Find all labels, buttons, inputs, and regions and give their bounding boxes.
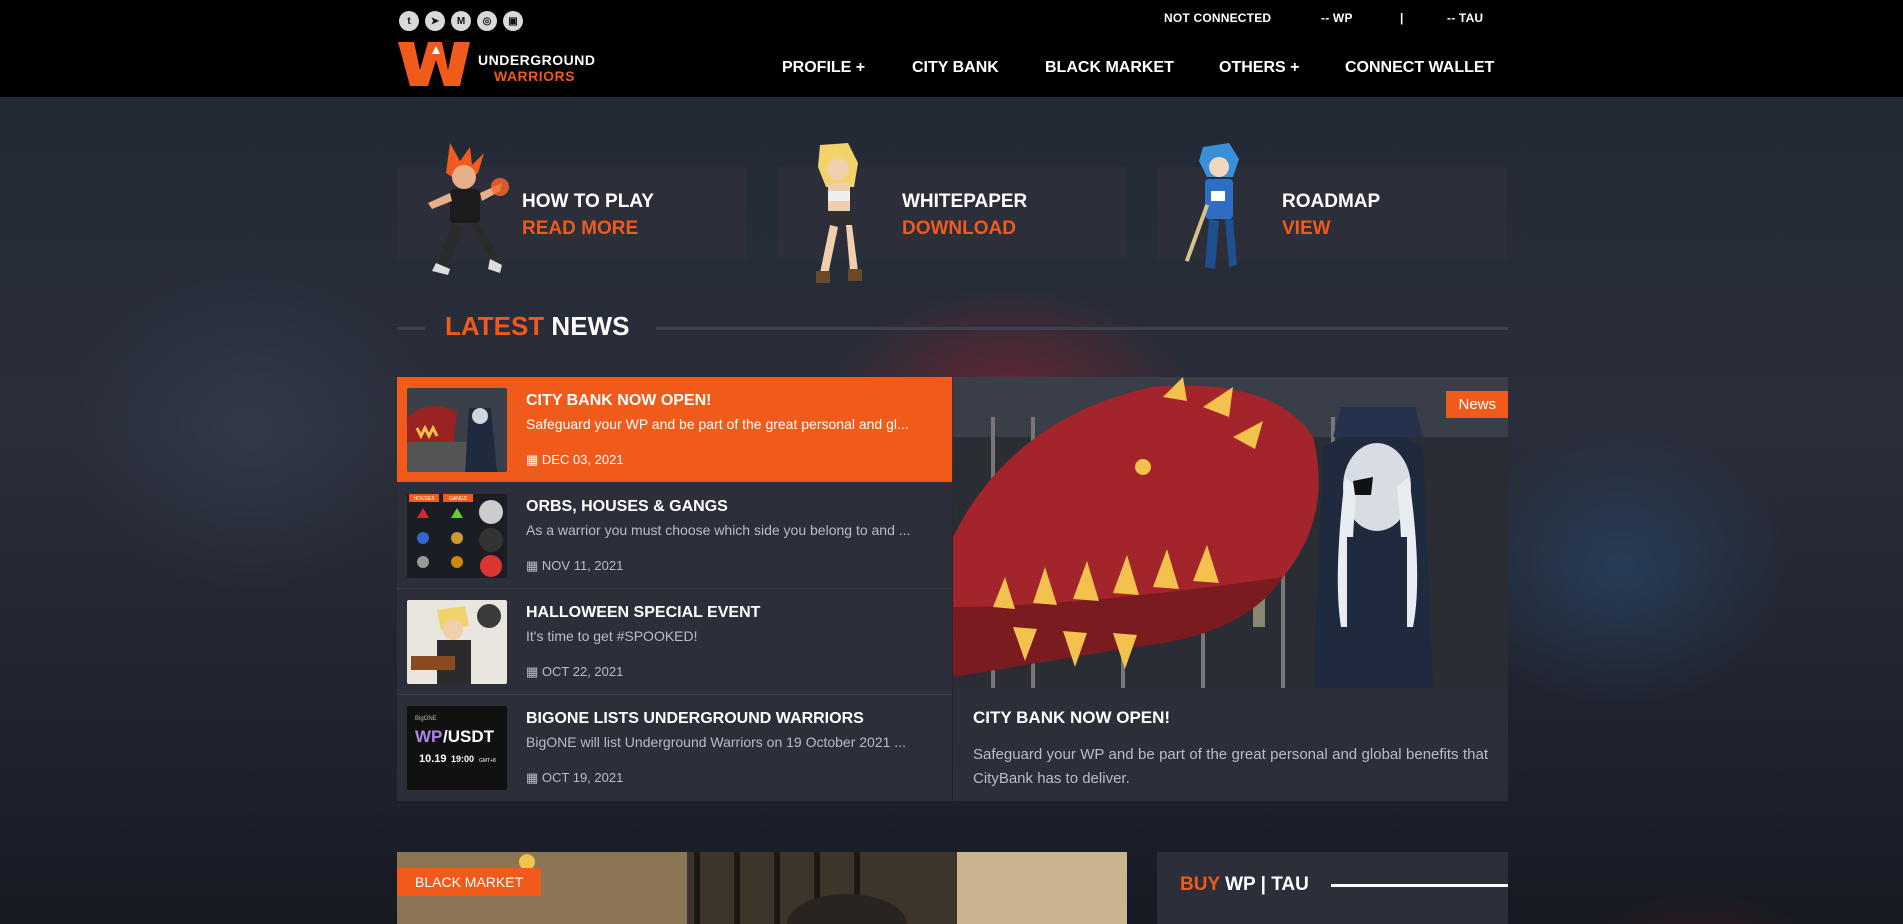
featured-excerpt: Safeguard your WP and be part of the gre… (973, 746, 1488, 787)
blue-warrior-character (1185, 143, 1239, 269)
blonde-warrior-character (816, 143, 862, 283)
news-item-city-bank[interactable]: CITY BANK NOW OPEN! Safeguard your WP an… (397, 377, 952, 482)
card-title: HOW TO PLAY (522, 191, 654, 212)
black-market-banner[interactable]: BLACK MARKET (397, 852, 1127, 924)
buy-rest: WP | TAU (1225, 874, 1309, 895)
instagram-icon[interactable]: ◎ (477, 11, 497, 31)
view-link[interactable]: VIEW (1282, 218, 1331, 240)
fire-warrior-character (428, 143, 509, 275)
featured-article[interactable]: News CITY BANK NOW OPEN! Safeguard your … (953, 377, 1508, 801)
news-item-halloween[interactable]: HALLOWEEN SPECIAL EVENT It's time to get… (397, 589, 952, 695)
featured-title: CITY BANK NOW OPEN! (973, 708, 1171, 727)
bigone-brand: BigONE (415, 716, 437, 722)
nav-others[interactable]: OTHERS + (1219, 59, 1299, 77)
news-date-text: OCT 19, 2021 (541, 770, 624, 785)
news-title: CITY BANK NOW OPEN! (526, 392, 712, 409)
bigone-timezone: GMT+8 (479, 758, 496, 764)
logo-text-warriors: WARRIORS (494, 68, 575, 84)
news-title: BIGONE LISTS UNDERGROUND WARRIORS (526, 710, 864, 727)
news-excerpt: Safeguard your WP and be part of the gre… (526, 416, 909, 432)
buy-panel: BUY WP | TAU (1157, 852, 1508, 924)
wp-balance: -- WP (1321, 11, 1353, 25)
news-item-bigone[interactable]: BigONE WP /USDT 10.19 19:00 GMT+8 BIGONE… (397, 695, 952, 800)
site-header: t ➤ M ◎ ▣ NOT CONNECTED -- WP | -- TAU U… (0, 0, 1903, 97)
news-date: ▦ OCT 22, 2021 (526, 664, 623, 680)
medium-icon[interactable]: M (451, 11, 471, 31)
balance-separator: | (1400, 11, 1404, 25)
calendar-icon: ▦ (526, 558, 542, 573)
news-thumbnail: BigONE WP /USDT 10.19 19:00 GMT+8 (407, 706, 507, 790)
divider-right (656, 327, 1508, 330)
orbs-left-label: HOUSES (413, 496, 435, 502)
news-thumbnail (407, 388, 507, 472)
bigone-date: 10.19 (419, 753, 447, 765)
bigone-pair-a: WP (415, 727, 442, 746)
news-date: ▦ OCT 19, 2021 (526, 770, 623, 786)
news-badge: News (1446, 391, 1508, 418)
latest-news-heading: LATEST NEWS (445, 311, 629, 342)
nav-black-market[interactable]: BLACK MARKET (1045, 59, 1174, 77)
logo-text-underground: UNDERGROUND (478, 52, 596, 68)
news-title: ORBS, HOUSES & GANGS (526, 498, 728, 515)
news-item-orbs[interactable]: HOUSES GANGS ORBS, HOUSES & GANGS As a w… (397, 483, 952, 589)
news-excerpt: As a warrior you must choose which side … (526, 522, 911, 538)
buy-highlight: BUY (1180, 874, 1220, 895)
nav-profile[interactable]: PROFILE + (782, 59, 865, 77)
tau-balance: -- TAU (1447, 11, 1484, 25)
buy-heading: BUY WP | TAU (1180, 874, 1309, 896)
divider-left (397, 327, 425, 330)
heading-rest: NEWS (551, 311, 630, 341)
news-date: ▦ DEC 03, 2021 (526, 452, 624, 468)
nav-connect-wallet[interactable]: CONNECT WALLET (1345, 59, 1494, 77)
black-market-badge: BLACK MARKET (397, 868, 542, 896)
nav-city-bank[interactable]: CITY BANK (912, 59, 999, 77)
bigone-time: 19:00 (451, 754, 474, 764)
news-date-text: OCT 22, 2021 (541, 664, 624, 679)
news-list: CITY BANK NOW OPEN! Safeguard your WP an… (397, 377, 952, 801)
news-excerpt: It's time to get #SPOOKED! (526, 628, 698, 644)
connection-status: NOT CONNECTED (1164, 11, 1272, 25)
news-thumbnail: HOUSES GANGS (407, 494, 507, 578)
news-date: ▦ NOV 11, 2021 (526, 558, 623, 574)
card-title: ROADMAP (1282, 191, 1381, 212)
social-links: t ➤ M ◎ ▣ (399, 11, 523, 31)
featured-image: News (953, 377, 1508, 688)
discord-icon[interactable]: ▣ (503, 11, 523, 31)
calendar-icon: ▦ (526, 664, 542, 679)
news-date-text: NOV 11, 2021 (541, 558, 624, 573)
twitter-icon[interactable]: t (399, 11, 419, 31)
download-link[interactable]: DOWNLOAD (902, 218, 1016, 240)
heading-highlight: LATEST (445, 311, 545, 341)
buy-divider (1331, 884, 1508, 887)
news-thumbnail (407, 600, 507, 684)
news-date-text: DEC 03, 2021 (541, 452, 624, 467)
news-excerpt: BigONE will list Underground Warriors on… (526, 734, 906, 750)
telegram-icon[interactable]: ➤ (425, 11, 445, 31)
calendar-icon: ▦ (526, 770, 542, 785)
read-more-link[interactable]: READ MORE (522, 218, 638, 240)
bigone-pair-b: /USDT (443, 727, 495, 746)
orbs-right-label: GANGS (449, 496, 468, 502)
news-title: HALLOWEEN SPECIAL EVENT (526, 604, 761, 621)
logo-w-mark (398, 42, 470, 86)
card-title: WHITEPAPER (902, 191, 1028, 212)
site-logo[interactable]: UNDERGROUND WARRIORS (396, 40, 606, 88)
calendar-icon: ▦ (526, 452, 542, 467)
